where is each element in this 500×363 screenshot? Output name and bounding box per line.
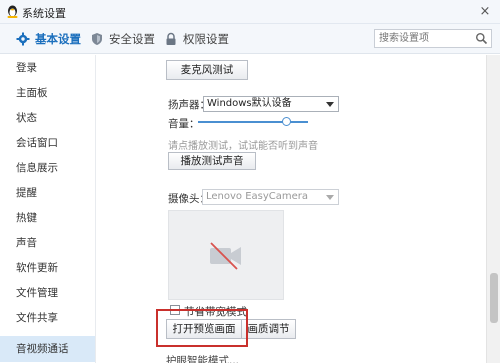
camera-preview-area xyxy=(168,210,284,300)
sidebar-item-info-display[interactable]: 信息展示 xyxy=(0,155,95,181)
window-title: 系统设置 xyxy=(22,7,66,20)
close-button[interactable]: × xyxy=(476,3,494,21)
chevron-down-icon xyxy=(326,195,334,200)
settings-sidebar: 登录 主面板 状态 会话窗口 信息展示 提醒 热键 声音 软件更新 文件管理 文… xyxy=(0,55,96,363)
av-settings-panel: 麦克风测试 扬声器： Windows默认设备 音量： 请点播放测试，试试能否听到… xyxy=(96,55,486,363)
scrollbar-thumb[interactable] xyxy=(490,273,498,323)
playback-hint: 请点播放测试，试试能否听到声音 xyxy=(168,141,318,152)
sidebar-item-software-update[interactable]: 软件更新 xyxy=(0,255,95,281)
title-bar: 系统设置 × xyxy=(0,0,500,24)
mic-test-button[interactable]: 麦克风测试 xyxy=(166,60,248,80)
tab-label: 权限设置 xyxy=(183,32,229,46)
camera-off-icon xyxy=(210,242,241,270)
sidebar-item-main-panel[interactable]: 主面板 xyxy=(0,80,95,106)
gear-icon xyxy=(16,32,30,46)
speaker-device-value: Windows默认设备 xyxy=(207,98,292,109)
tab-basic-settings[interactable]: 基本设置 xyxy=(16,24,81,54)
camera-device-select[interactable]: Lenovo EasyCamera xyxy=(202,189,339,205)
sidebar-item-hotkeys[interactable]: 热键 xyxy=(0,205,95,231)
sidebar-item-sound[interactable]: 声音 xyxy=(0,230,95,256)
lock-icon xyxy=(166,32,176,45)
tab-permission-settings[interactable]: 权限设置 xyxy=(164,24,229,54)
sidebar-item-av-call[interactable]: 音视频通话 xyxy=(0,336,95,362)
shield-icon xyxy=(92,33,102,45)
open-preview-button[interactable]: 打开预览画面 xyxy=(166,319,242,339)
speaker-device-select[interactable]: Windows默认设备 xyxy=(203,96,339,112)
volume-label: 音量： xyxy=(168,118,200,130)
chevron-down-icon xyxy=(326,102,334,107)
sidebar-item-status[interactable]: 状态 xyxy=(0,105,95,131)
camera-device-value: Lenovo EasyCamera xyxy=(206,191,309,202)
tab-label: 安全设置 xyxy=(109,32,155,46)
play-test-sound-button[interactable]: 播放测试声音 xyxy=(168,152,256,170)
sidebar-item-login[interactable]: 登录 xyxy=(0,55,95,81)
tab-label: 基本设置 xyxy=(35,32,81,46)
volume-slider-knob[interactable] xyxy=(282,117,291,126)
sidebar-item-file-management[interactable]: 文件管理 xyxy=(0,280,95,306)
settings-tabbar: 基本设置 安全设置 权限设置 xyxy=(0,24,500,54)
search-icon[interactable] xyxy=(475,32,488,45)
bandwidth-saving-checkbox[interactable] xyxy=(170,305,180,315)
qq-penguin-icon xyxy=(7,5,18,18)
bandwidth-saving-label: 节省带宽模式 xyxy=(184,306,247,318)
sidebar-item-reminder[interactable]: 提醒 xyxy=(0,180,95,206)
sidebar-item-chat-window[interactable]: 会话窗口 xyxy=(0,130,95,156)
close-icon: × xyxy=(479,4,491,19)
vertical-scrollbar[interactable] xyxy=(486,55,500,363)
sidebar-item-file-sharing[interactable]: 文件共享 xyxy=(0,305,95,331)
search-input[interactable] xyxy=(375,30,471,47)
tab-security-settings[interactable]: 安全设置 xyxy=(90,24,155,54)
cutoff-option-label: 护眼智能模式... xyxy=(166,355,240,363)
settings-search-box[interactable] xyxy=(374,29,492,48)
quality-adjust-button[interactable]: 画质调节 xyxy=(241,319,296,339)
volume-slider-track[interactable] xyxy=(198,121,308,123)
